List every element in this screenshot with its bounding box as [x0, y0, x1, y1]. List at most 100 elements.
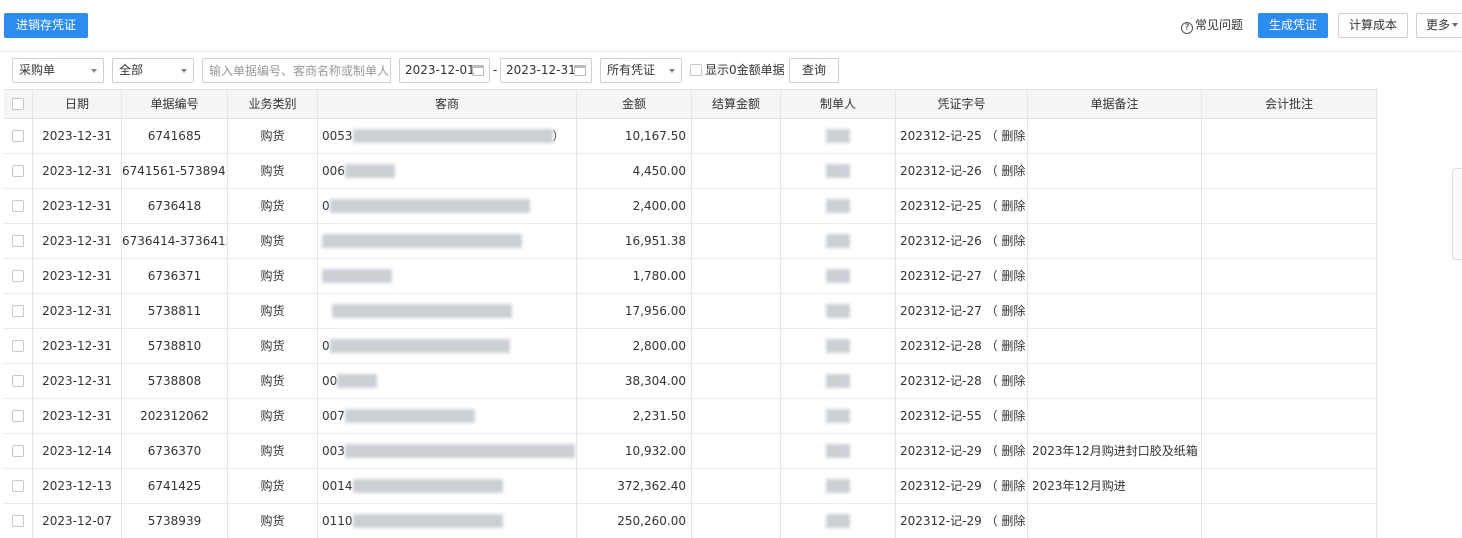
calendar-icon	[574, 65, 586, 76]
column-header-settle-amount[interactable]: 结算金额	[692, 90, 781, 118]
cell-select	[4, 399, 33, 433]
redacted-party-name	[344, 444, 575, 458]
table-row[interactable]: 2023-12-31 202312062 购货 007 2,231.50 202312-记…	[4, 399, 1377, 434]
cell-select	[4, 329, 33, 363]
voucher-link[interactable]: 202312-记-27	[900, 269, 986, 283]
calc-cost-button[interactable]: 计算成本	[1338, 13, 1408, 38]
delete-voucher-link[interactable]: （ 删除 ）	[986, 409, 1027, 423]
redacted-party-name	[322, 269, 392, 283]
cell-select	[4, 224, 33, 258]
cell-doc-no: 6741685	[122, 119, 228, 153]
jxc-voucher-button[interactable]: 进销存凭证	[4, 13, 88, 38]
column-header-accounting-note[interactable]: 会计批注	[1202, 90, 1377, 118]
cell-voucher-no: 202312-记-27 （ 删除 ）	[896, 294, 1028, 328]
row-checkbox[interactable]	[12, 410, 24, 422]
chevron-down-icon	[669, 69, 675, 73]
party-code: 0	[322, 199, 330, 213]
select-all-checkbox[interactable]	[12, 98, 24, 110]
cell-settle-amount	[692, 224, 781, 258]
redacted-party-name	[344, 409, 475, 423]
table-row[interactable]: 2023-12-31 6736371 购货 1,780.00 202312-记-27 （…	[4, 259, 1377, 294]
voucher-link[interactable]: 202312-记-26	[900, 164, 986, 178]
delete-voucher-link[interactable]: （ 删除 ）	[986, 129, 1027, 143]
delete-voucher-link[interactable]: （ 删除 ）	[986, 269, 1027, 283]
table-row[interactable]: 2023-12-31 5738810 购货 0 2,800.00 202312-记-28 …	[4, 329, 1377, 364]
table-row[interactable]: 2023-12-31 6736414-3736415 购货 16,951.38 2023…	[4, 224, 1377, 259]
table-row[interactable]: 2023-12-31 5738811 购货 17,956.00 202312-记-27 …	[4, 294, 1377, 329]
voucher-link[interactable]: 202312-记-27	[900, 304, 986, 318]
table-row[interactable]: 2023-12-07 5738939 购货 0110 250,260.00 202312-…	[4, 504, 1377, 538]
cell-accounting-note	[1202, 364, 1377, 398]
table-row[interactable]: 2023-12-31 5738808 购货 00 38,304.00 202312-记-2…	[4, 364, 1377, 399]
table-row[interactable]: 2023-12-31 6741685 购货 0053 ） 10,167.50 202312-…	[4, 119, 1377, 154]
voucher-link[interactable]: 202312-记-28	[900, 374, 986, 388]
cell-biz-type: 购货	[228, 469, 318, 503]
row-checkbox[interactable]	[12, 340, 24, 352]
column-header-date[interactable]: 日期	[33, 90, 122, 118]
party-code: 0	[322, 339, 330, 353]
delete-voucher-link[interactable]: （ 删除 ）	[986, 304, 1027, 318]
voucher-filter-select[interactable]: 所有凭证	[600, 58, 682, 83]
voucher-link[interactable]: 202312-记-25	[900, 129, 986, 143]
column-header-biz-type[interactable]: 业务类别	[228, 90, 318, 118]
row-checkbox[interactable]	[12, 375, 24, 387]
row-checkbox[interactable]	[12, 270, 24, 282]
column-header-maker[interactable]: 制单人	[781, 90, 896, 118]
delete-voucher-link[interactable]: （ 删除 ）	[986, 199, 1027, 213]
row-checkbox[interactable]	[12, 165, 24, 177]
delete-voucher-link[interactable]: （ 删除 ）	[986, 374, 1027, 388]
row-checkbox[interactable]	[12, 200, 24, 212]
row-checkbox[interactable]	[12, 445, 24, 457]
column-header-party[interactable]: 客商	[318, 90, 577, 118]
column-header-amount[interactable]: 金额	[577, 90, 692, 118]
delete-voucher-link[interactable]: （ 删除 ）	[986, 164, 1027, 178]
voucher-link[interactable]: 202312-记-55	[900, 409, 986, 423]
redacted-maker	[826, 339, 850, 353]
cell-select	[4, 154, 33, 188]
cell-settle-amount	[692, 329, 781, 363]
voucher-link[interactable]: 202312-记-28	[900, 339, 986, 353]
row-checkbox[interactable]	[12, 235, 24, 247]
delete-voucher-link[interactable]: （ 删除 ）	[986, 444, 1027, 458]
table-row[interactable]: 2023-12-31 6741561-5738941 购货 006 4,450.00 20…	[4, 154, 1377, 189]
column-header-voucher-no[interactable]: 凭证字号	[896, 90, 1028, 118]
date-to-picker[interactable]: 2023-12-31	[500, 58, 592, 83]
show-zero-toggle[interactable]: 显示0金额单据	[690, 58, 785, 83]
doc-type-select[interactable]: 采购单	[12, 58, 104, 83]
column-header-remark[interactable]: 单据备注	[1028, 90, 1202, 118]
redacted-party-name	[329, 199, 530, 213]
side-panel-handle[interactable]	[1452, 168, 1462, 260]
delete-voucher-link[interactable]: （ 删除 ）	[986, 339, 1027, 353]
column-header-doc-no[interactable]: 单据编号	[122, 90, 228, 118]
party-tail: ）	[552, 129, 565, 143]
more-button[interactable]: 更多	[1416, 13, 1462, 38]
date-from-picker[interactable]: 2023-12-01	[399, 58, 490, 83]
voucher-link[interactable]: 202312-记-26	[900, 234, 986, 248]
voucher-link[interactable]: 202312-记-25	[900, 199, 986, 213]
search-input[interactable]	[202, 58, 391, 83]
delete-voucher-link[interactable]: （ 删除 ）	[986, 234, 1027, 248]
voucher-link[interactable]: 202312-记-29	[900, 444, 986, 458]
generate-voucher-button[interactable]: 生成凭证	[1258, 13, 1328, 38]
voucher-link[interactable]: 202312-记-29	[900, 514, 986, 528]
cell-remark: 2023年12月购进封口胶及纸箱	[1028, 434, 1202, 468]
voucher-link[interactable]: 202312-记-29	[900, 479, 986, 493]
scope-select[interactable]: 全部	[112, 58, 194, 83]
row-checkbox[interactable]	[12, 480, 24, 492]
table-row[interactable]: 2023-12-14 6736370 购货 003 10,932.00 202312-记-…	[4, 434, 1377, 469]
show-zero-checkbox[interactable]	[690, 64, 702, 76]
cell-doc-no: 6736370	[122, 434, 228, 468]
row-checkbox[interactable]	[12, 305, 24, 317]
help-link[interactable]: ? 常见问题	[1181, 13, 1243, 38]
cell-maker	[781, 119, 896, 153]
cell-biz-type: 购货	[228, 329, 318, 363]
row-checkbox[interactable]	[12, 515, 24, 527]
row-checkbox[interactable]	[12, 130, 24, 142]
cell-select	[4, 189, 33, 223]
delete-voucher-link[interactable]: （ 删除 ）	[986, 479, 1027, 493]
cell-party: 0	[318, 189, 577, 223]
delete-voucher-link[interactable]: （ 删除 ）	[986, 514, 1027, 528]
table-row[interactable]: 2023-12-13 6741425 购货 0014 372,362.40 202312-…	[4, 469, 1377, 504]
table-row[interactable]: 2023-12-31 6736418 购货 0 2,400.00 202312-记-25 …	[4, 189, 1377, 224]
query-button[interactable]: 查询	[789, 58, 839, 83]
